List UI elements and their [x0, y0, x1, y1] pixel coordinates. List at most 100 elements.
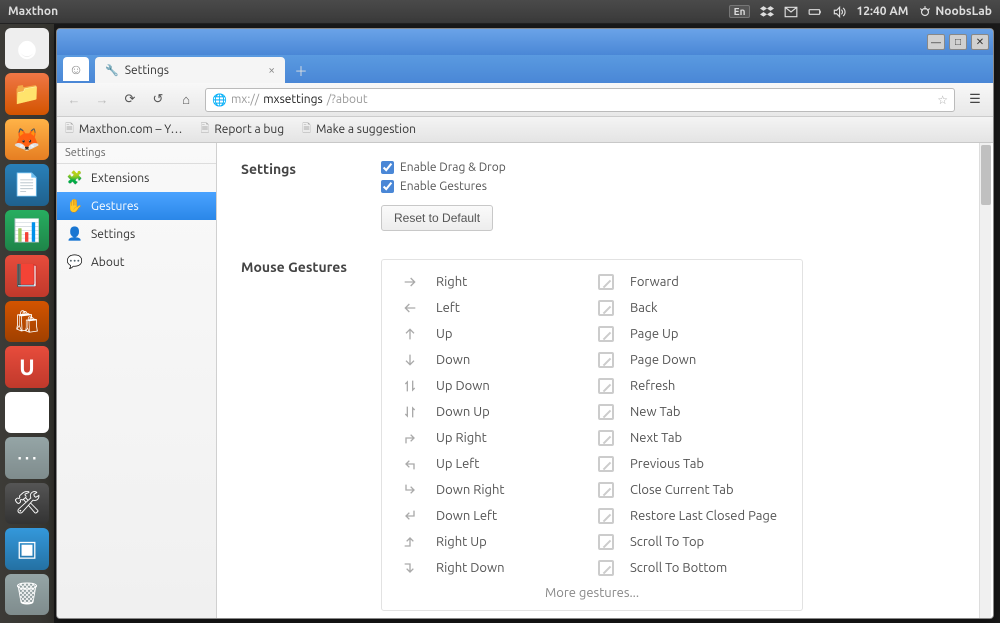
arrow-rightup-icon — [400, 534, 420, 550]
home-button[interactable]: ⌂ — [177, 91, 195, 109]
edit-icon — [598, 482, 614, 498]
gesture-downright[interactable]: Down Right — [400, 482, 598, 498]
bookmark-star-button[interactable]: ☆ — [937, 93, 948, 107]
settings-sidebar: Settings 🧩 Extensions ✋ Gestures 👤 Setti… — [57, 143, 217, 618]
arrow-downleft-icon — [400, 508, 420, 524]
user-name: NoobsLab — [935, 5, 992, 18]
enable-gestures-checkbox-row[interactable]: Enable Gestures — [381, 180, 969, 193]
edit-icon — [598, 508, 614, 524]
bookmark-suggest[interactable]: 🗎Make a suggestion — [302, 120, 416, 139]
gesture-rightdown[interactable]: Right Down — [400, 560, 598, 576]
puzzle-icon: 🧩 — [67, 170, 83, 186]
more-gestures-link[interactable]: More gestures... — [400, 576, 784, 602]
browser-window: — □ ✕ ☺ 🔧 Settings × ＋ ← → ⟳ ↺ ⌂ 🌐 mx://… — [56, 28, 994, 619]
reload-button[interactable]: ⟳ — [121, 91, 139, 109]
enable-drag-checkbox-row[interactable]: Enable Drag & Drop — [381, 161, 969, 174]
launcher-maxthon[interactable]: ▣ — [5, 528, 49, 569]
tab-close-button[interactable]: × — [268, 64, 275, 77]
clock[interactable]: 12:40 AM — [856, 5, 908, 18]
action-nexttab[interactable]: Next Tab — [598, 430, 804, 446]
launcher-settings[interactable]: 🛠 — [5, 483, 49, 524]
gesture-downleft[interactable]: Down Left — [400, 508, 598, 524]
action-forward[interactable]: Forward — [598, 274, 804, 290]
window-minimize-button[interactable]: — — [927, 34, 945, 50]
launcher-trash[interactable]: 🗑 — [5, 574, 49, 615]
back-button[interactable]: ← — [65, 91, 83, 109]
launcher-files[interactable]: 📁 — [5, 73, 49, 114]
edit-icon — [598, 560, 614, 576]
launcher-misc[interactable]: ⋯ — [5, 437, 49, 478]
wrench-icon: 🔧 — [105, 64, 119, 77]
action-prevtab[interactable]: Previous Tab — [598, 456, 804, 472]
volume-indicator[interactable] — [832, 5, 846, 19]
window-close-button[interactable]: ✕ — [971, 34, 989, 50]
bookmark-report[interactable]: 🗎Report a bug — [200, 120, 284, 139]
launcher-firefox[interactable]: 🦊 — [5, 119, 49, 160]
dropbox-indicator[interactable] — [760, 5, 774, 19]
enable-gestures-checkbox[interactable] — [381, 180, 394, 193]
gesture-updown[interactable]: Up Down — [400, 378, 598, 394]
url-host: mxsettings — [263, 93, 323, 106]
undo-button[interactable]: ↺ — [149, 91, 167, 109]
sidebar-item-settings[interactable]: 👤 Settings — [57, 220, 216, 248]
forward-button[interactable]: → — [93, 91, 111, 109]
sidebar-item-gestures[interactable]: ✋ Gestures — [57, 192, 216, 220]
gesture-rightup[interactable]: Right Up — [400, 534, 598, 550]
arrow-left-icon — [400, 300, 420, 316]
bookmark-maxthon[interactable]: 🗎Maxthon.com – Y… — [65, 120, 182, 139]
edit-icon — [598, 534, 614, 550]
new-tab-button[interactable]: ＋ — [291, 60, 311, 80]
menu-button[interactable]: ☰ — [965, 91, 985, 109]
gesture-up[interactable]: Up — [400, 326, 598, 342]
language-indicator[interactable]: En — [729, 5, 751, 18]
arrow-upleft-icon — [400, 456, 420, 472]
arrow-up-icon — [400, 326, 420, 342]
launcher-ubuntuone[interactable]: U — [5, 346, 49, 387]
sidebar-item-extensions[interactable]: 🧩 Extensions — [57, 164, 216, 192]
url-input[interactable]: 🌐 mx://mxsettings/?about ☆ — [205, 88, 955, 112]
launcher-impress[interactable]: 📕 — [5, 255, 49, 296]
launcher-writer[interactable]: 📄 — [5, 164, 49, 205]
action-back[interactable]: Back — [598, 300, 804, 316]
tab-bar: ☺ 🔧 Settings × ＋ — [57, 55, 993, 83]
gesture-right[interactable]: Right — [400, 274, 598, 290]
action-scrollbottom[interactable]: Scroll To Bottom — [598, 560, 804, 576]
dash-button[interactable]: ◎ — [5, 28, 49, 69]
scrollbar[interactable] — [979, 143, 991, 618]
sidebar-item-label: Extensions — [91, 172, 149, 185]
arrow-updown-icon — [400, 378, 420, 394]
launcher-calc[interactable]: 📊 — [5, 210, 49, 251]
arrow-downup-icon — [400, 404, 420, 420]
sidebar-item-label: About — [91, 256, 124, 269]
gesture-upleft[interactable]: Up Left — [400, 456, 598, 472]
battery-indicator[interactable] — [808, 5, 822, 19]
edit-icon — [598, 300, 614, 316]
avatar-button[interactable]: ☺ — [63, 57, 89, 81]
launcher-amazon[interactable]: a — [5, 392, 49, 433]
launcher-software[interactable]: 🛍 — [5, 301, 49, 342]
window-maximize-button[interactable]: □ — [949, 34, 967, 50]
session-menu[interactable]: NoobsLab — [918, 5, 992, 19]
tab-title: Settings — [125, 64, 169, 77]
gesture-left[interactable]: Left — [400, 300, 598, 316]
globe-icon: 🌐 — [212, 93, 227, 107]
action-pagedown[interactable]: Page Down — [598, 352, 804, 368]
action-closetab[interactable]: Close Current Tab — [598, 482, 804, 498]
action-refresh[interactable]: Refresh — [598, 378, 804, 394]
gesture-upright[interactable]: Up Right — [400, 430, 598, 446]
action-scrolltop[interactable]: Scroll To Top — [598, 534, 804, 550]
tab-settings[interactable]: 🔧 Settings × — [95, 57, 285, 83]
gesture-down[interactable]: Down — [400, 352, 598, 368]
action-newtab[interactable]: New Tab — [598, 404, 804, 420]
action-pageup[interactable]: Page Up — [598, 326, 804, 342]
arrow-down-icon — [400, 352, 420, 368]
gesture-downup[interactable]: Down Up — [400, 404, 598, 420]
mail-indicator[interactable] — [784, 5, 798, 19]
hand-icon: ✋ — [67, 198, 83, 214]
active-app-title: Maxthon — [8, 5, 58, 18]
scrollbar-thumb[interactable] — [981, 145, 991, 205]
sidebar-item-about[interactable]: 💬 About — [57, 248, 216, 276]
action-restore[interactable]: Restore Last Closed Page — [598, 508, 804, 524]
reset-default-button[interactable]: Reset to Default — [381, 205, 493, 231]
enable-drag-checkbox[interactable] — [381, 161, 394, 174]
